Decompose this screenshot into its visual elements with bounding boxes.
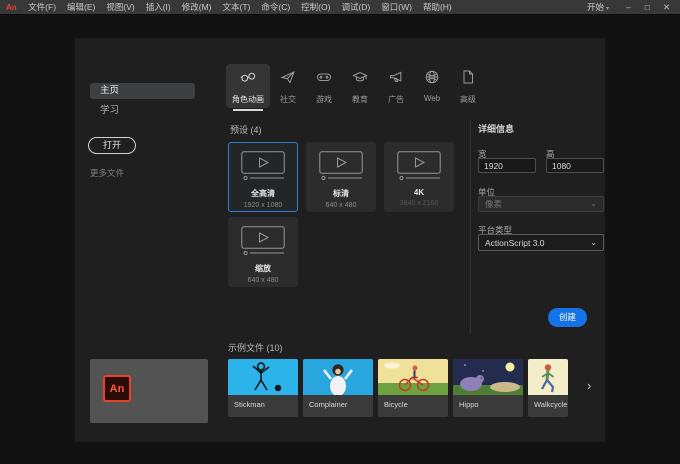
tab-label: 高级 [460, 95, 476, 104]
tab-web[interactable]: Web [414, 64, 450, 108]
video-player-icon [319, 151, 363, 185]
more-files-label: 更多文件 [90, 168, 125, 178]
category-tabs: 角色动画 社交 游戏 教育 广告 Web 高级 [226, 64, 486, 111]
platform-dropdown[interactable]: ActionScript 3.0 ⌄ [478, 234, 604, 251]
tab-advanced[interactable]: 高级 [450, 64, 486, 108]
chevron-down-icon: ⌄ [590, 237, 597, 247]
workspace-start-button[interactable]: 开始 ▾ [587, 1, 609, 13]
preset-card-scale[interactable]: 缩放 640 x 480 [228, 217, 298, 287]
menu-edit[interactable]: 编辑(E) [62, 1, 101, 13]
preset-title: 标清 [333, 189, 349, 198]
bicycle-thumbnail [378, 359, 448, 395]
details-divider [470, 120, 471, 334]
sample-name: Hippo [459, 400, 479, 409]
tab-label: 教育 [352, 95, 368, 104]
width-input[interactable] [478, 158, 536, 173]
tab-education[interactable]: 教育 [342, 64, 378, 108]
details-header: 详细信息 [478, 124, 515, 134]
stickman-thumbnail [228, 359, 298, 395]
menu-bar: An 文件(F) 编辑(E) 视图(V) 插入(I) 修改(M) 文本(T) 命… [0, 0, 680, 15]
chevron-down-icon: ▾ [605, 6, 609, 12]
sample-card-walkcycle[interactable]: Walkcycle [528, 359, 568, 417]
sample-name: Walkcycle [534, 400, 568, 409]
video-player-icon [241, 226, 285, 260]
preset-resolution: 640 x 480 [325, 202, 357, 209]
sample-card-complainer[interactable]: Complainer [303, 359, 373, 417]
complainer-thumbnail [303, 359, 373, 395]
preset-title: 4K [413, 188, 425, 197]
menu-help[interactable]: 帮助(H) [417, 1, 457, 13]
tab-label: 社交 [280, 95, 296, 104]
preset-card-4k[interactable]: 4K 3840 x 2160 [384, 142, 454, 212]
height-input[interactable] [546, 158, 604, 173]
sample-name: Stickman [234, 400, 265, 409]
close-button[interactable]: ✕ [657, 2, 676, 13]
tab-ads[interactable]: 广告 [378, 64, 414, 108]
tab-label: 游戏 [316, 95, 332, 104]
sample-card-bicycle[interactable]: Bicycle [378, 359, 448, 417]
preset-card-sd[interactable]: 标清 640 x 480 [306, 142, 376, 212]
sidebar-item-learn[interactable]: 学习 [90, 103, 195, 119]
menu-text[interactable]: 文本(T) [217, 1, 256, 13]
preset-resolution: 3840 x 2160 [399, 200, 439, 207]
paper-plane-icon [280, 69, 296, 90]
minimize-button[interactable]: – [619, 2, 638, 12]
platform-value: ActionScript 3.0 [485, 237, 545, 248]
menu-view[interactable]: 视图(V) [101, 1, 140, 13]
units-dropdown: 像素 ⌄ [478, 196, 604, 212]
menu-control[interactable]: 控制(O) [296, 1, 336, 13]
hippo-thumbnail [453, 359, 523, 395]
preset-resolution: 640 x 480 [247, 277, 279, 284]
menu-file[interactable]: 文件(F) [23, 1, 62, 13]
create-button[interactable]: 创建 [548, 308, 587, 327]
document-icon [460, 69, 476, 90]
samples-header: 示例文件 (10) [228, 343, 283, 353]
preset-title: 全高清 [251, 189, 275, 198]
maximize-button[interactable]: □ [638, 2, 657, 12]
preset-resolution: 1920 x 1080 [243, 202, 283, 209]
character-glasses-icon [240, 69, 256, 90]
menu-window[interactable]: 窗口(W) [376, 1, 418, 13]
sample-card-hippo[interactable]: Hippo [453, 359, 523, 417]
tab-character-animation[interactable]: 角色动画 [226, 64, 270, 111]
graduation-cap-icon [352, 69, 368, 90]
units-value: 像素 [485, 199, 503, 209]
animate-logo-icon: An [103, 375, 131, 402]
presets-header: 预设 (4) [230, 125, 262, 135]
globe-icon [424, 69, 440, 90]
app-window: An 文件(F) 编辑(E) 视图(V) 插入(I) 修改(M) 文本(T) 命… [0, 0, 680, 464]
tab-label: 广告 [388, 95, 404, 104]
walkcycle-thumbnail [528, 359, 568, 395]
open-file-button[interactable]: 打开 [88, 137, 136, 154]
animate-brand-card: An [90, 359, 208, 423]
samples-next-button[interactable]: › [587, 378, 591, 393]
sample-name: Bicycle [384, 400, 408, 409]
preset-card-fullhd[interactable]: 全高清 1920 x 1080 [228, 142, 298, 212]
menu-insert[interactable]: 插入(I) [140, 1, 176, 13]
video-player-icon [241, 151, 285, 185]
gamepad-icon [316, 69, 332, 90]
sidebar-item-home[interactable]: 主页 [90, 83, 195, 99]
menu-command[interactable]: 命令(C) [256, 1, 296, 13]
welcome-panel: 主页 学习 打开 更多文件 角色动画 社交 游戏 教育 广告 Web 高级 预设… [75, 38, 605, 442]
menu-debug[interactable]: 调试(D) [336, 1, 376, 13]
sample-name: Complainer [309, 400, 348, 409]
animate-logo-icon: An [6, 2, 17, 12]
sample-card-stickman[interactable]: Stickman [228, 359, 298, 417]
tab-social[interactable]: 社交 [270, 64, 306, 108]
menu-modify[interactable]: 修改(M) [176, 1, 217, 13]
video-player-icon [397, 151, 441, 185]
megaphone-icon [388, 69, 404, 90]
chevron-down-icon: ⌄ [590, 199, 597, 208]
tab-label: 角色动画 [232, 95, 264, 104]
preset-title: 缩放 [255, 264, 271, 273]
tab-game[interactable]: 游戏 [306, 64, 342, 108]
tab-label: Web [423, 94, 441, 103]
